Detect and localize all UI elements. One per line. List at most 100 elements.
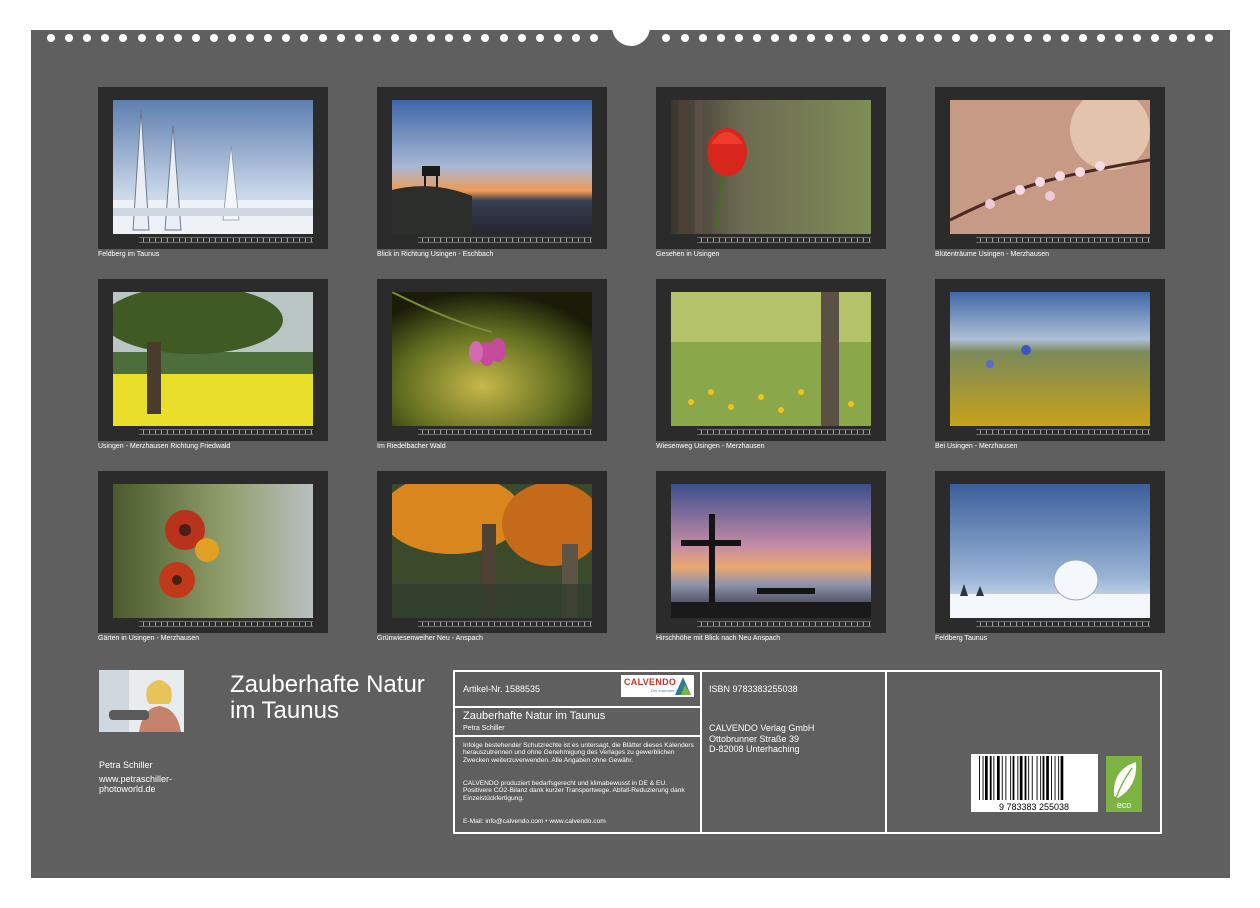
photo-sunset-hunting-stand xyxy=(392,100,592,234)
binding-hole xyxy=(137,34,146,42)
binding-hole xyxy=(698,34,707,42)
contact-line: E-Mail: info@calvendo.com • www.calvendo… xyxy=(463,818,606,825)
calvendo-logo-word: CALVENDO xyxy=(624,677,677,687)
binding-hole xyxy=(427,34,436,42)
product-info-box: Artikel-Nr. 1588535 CALVENDO Der Kalende… xyxy=(453,670,1162,834)
binding-hole xyxy=(390,34,399,42)
author-photo xyxy=(99,670,184,732)
calendar-title: Zauberhafte Natur im Taunus xyxy=(230,672,460,724)
binding-hole xyxy=(228,34,236,42)
barcode-bar xyxy=(1060,756,1064,800)
binding-hole xyxy=(535,34,544,42)
binding-hole xyxy=(590,34,598,42)
binding-hole xyxy=(47,34,55,42)
binding-hole xyxy=(1096,34,1105,42)
binding-hole xyxy=(734,34,743,42)
publisher-city: D-82008 Unterhaching xyxy=(709,744,800,754)
binding-hole xyxy=(83,34,92,42)
hanger-notch xyxy=(612,8,650,46)
divider xyxy=(700,672,702,832)
divider xyxy=(885,672,887,832)
binding-hole xyxy=(1042,34,1051,42)
barcode-bar xyxy=(1040,756,1042,800)
barcode-bar xyxy=(985,756,988,800)
photo-tree-rapeseed xyxy=(113,292,313,426)
month-tile-12[interactable] xyxy=(935,471,1165,633)
binding-hole xyxy=(1187,34,1196,42)
calendar-back-cover: Feldberg im Taunus Blick in Richtung Usi… xyxy=(31,8,1230,878)
month-tile-2[interactable] xyxy=(377,87,607,249)
photo-snowy-trees xyxy=(113,100,313,234)
month-tile-9[interactable] xyxy=(98,471,328,633)
binding-hole xyxy=(1006,34,1015,42)
day-strip xyxy=(671,237,871,243)
binding-hole xyxy=(933,34,942,42)
author-website[interactable]: www.petraschiller-photoworld.de xyxy=(99,774,209,794)
binding-hole xyxy=(318,34,327,42)
day-strip xyxy=(950,237,1150,243)
divider xyxy=(455,706,700,708)
barcode-bar xyxy=(1017,756,1019,800)
binding-hole xyxy=(209,34,218,42)
binding-hole xyxy=(553,34,562,42)
day-strip xyxy=(671,621,871,627)
binding-hole xyxy=(336,34,345,42)
tile-caption: Blick in Richtung Usingen - Eschbach xyxy=(377,251,494,258)
month-tile-7[interactable] xyxy=(656,279,886,441)
month-tile-6[interactable] xyxy=(377,279,607,441)
calvendo-logo: CALVENDO Der Kalender-Verlag xyxy=(621,675,694,697)
month-tile-5[interactable] xyxy=(98,279,328,441)
photo-foxglove xyxy=(392,292,592,426)
product-title: Zauberhafte Natur im Taunus xyxy=(463,710,606,722)
barcode-bar xyxy=(989,756,992,800)
month-tile-10[interactable] xyxy=(377,471,607,633)
barcode-bars: 9 783383 255038 xyxy=(979,756,1069,812)
binding-hole xyxy=(1114,34,1123,42)
author-name: Petra Schiller xyxy=(99,760,153,770)
binding-hole xyxy=(988,34,997,42)
barcode-bar xyxy=(1012,756,1015,800)
tile-caption: Grünwiesenweiher Neu - Anspach xyxy=(377,635,483,642)
calendar-title-line2: im Taunus xyxy=(230,697,339,724)
barcode-bar xyxy=(982,756,984,800)
binding-hole xyxy=(101,34,110,42)
month-tile-11[interactable] xyxy=(656,471,886,633)
month-tile-1[interactable] xyxy=(98,87,328,249)
binding-hole xyxy=(65,34,74,42)
binding-hole xyxy=(481,34,490,42)
barcode-bar xyxy=(1036,756,1038,800)
day-strip xyxy=(950,621,1150,627)
divider xyxy=(455,735,700,737)
photo-gaillardia xyxy=(113,484,313,618)
publisher-street: Ottobrunner Straße 39 xyxy=(709,733,800,744)
binding-hole xyxy=(571,34,580,42)
binding-hole xyxy=(952,34,960,42)
photo-frosted-tree xyxy=(950,484,1150,618)
binding-hole xyxy=(173,34,182,42)
isbn: ISBN 9783383255038 xyxy=(709,684,798,694)
binding-hole xyxy=(372,34,381,42)
barcode-bar xyxy=(1010,756,1012,800)
binding-hole xyxy=(879,34,888,42)
photo-autumn-beech xyxy=(392,484,592,618)
photo-red-tulip xyxy=(671,100,871,234)
tile-caption: Feldberg Taunus xyxy=(935,635,988,642)
binding-hole xyxy=(499,34,508,42)
binding-hole xyxy=(409,34,417,42)
month-tile-8[interactable] xyxy=(935,279,1165,441)
barcode-bar xyxy=(1001,756,1003,800)
binding-hole xyxy=(191,34,200,42)
barcode-bar xyxy=(1051,756,1052,800)
barcode-bar xyxy=(979,756,980,800)
month-tile-4[interactable] xyxy=(935,87,1165,249)
barcode-bar xyxy=(997,756,1000,800)
tile-caption: Gärten in Usingen - Merzhausen xyxy=(98,635,200,642)
month-tile-3[interactable] xyxy=(656,87,886,249)
binding-hole xyxy=(861,34,870,42)
calvendo-mark-icon xyxy=(675,677,691,695)
tile-caption: Hirschhöhe mit Blick nach Neu Anspach xyxy=(656,635,781,642)
tile-caption: Wiesenweg Usingen - Merzhausen xyxy=(656,443,765,450)
binding-hole xyxy=(282,34,291,42)
day-strip xyxy=(392,429,592,435)
binding-hole xyxy=(825,34,834,42)
